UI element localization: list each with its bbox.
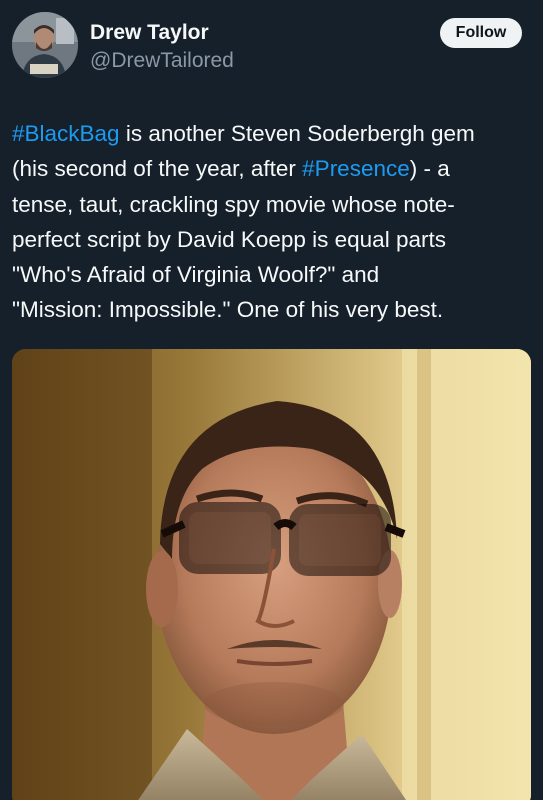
tweet-line: tense, taut, crackling spy movie whose n… [12, 191, 455, 217]
tweet-media-photo[interactable] [12, 349, 531, 800]
tweet-line: perfect script by David Koepp is equal p… [12, 226, 446, 252]
hashtag-link-blackbag[interactable]: #BlackBag [12, 121, 120, 146]
tweet-text-segment: ) - a [409, 156, 450, 182]
avatar-photo-icon [12, 12, 78, 78]
tweet-line: #BlackBag is another Steven Soderbergh g… [12, 116, 537, 151]
author-display-name[interactable]: Drew Taylor [90, 20, 209, 46]
tweet-line: "Who's Afraid of Virginia Woolf?" and [12, 262, 380, 288]
movie-still-image [12, 349, 531, 800]
tweet: Drew Taylor @DrewTailored Follow #BlackB… [0, 0, 543, 800]
tweet-text-segment: (his second of the year, after [12, 156, 303, 182]
author-handle[interactable]: @DrewTailored [90, 48, 234, 74]
tweet-line: "Mission: Impossible." One of his very b… [12, 297, 444, 323]
tweet-text: #BlackBag is another Steven Soderbergh g… [12, 116, 537, 328]
author-avatar[interactable] [12, 12, 78, 78]
tweet-text-segment: is another Steven Soderbergh gem [119, 121, 475, 146]
tweet-line: (his second of the year, after #Presence… [12, 151, 537, 186]
hashtag-link-presence[interactable]: #Presence [302, 156, 410, 181]
follow-button[interactable]: Follow [440, 18, 522, 48]
